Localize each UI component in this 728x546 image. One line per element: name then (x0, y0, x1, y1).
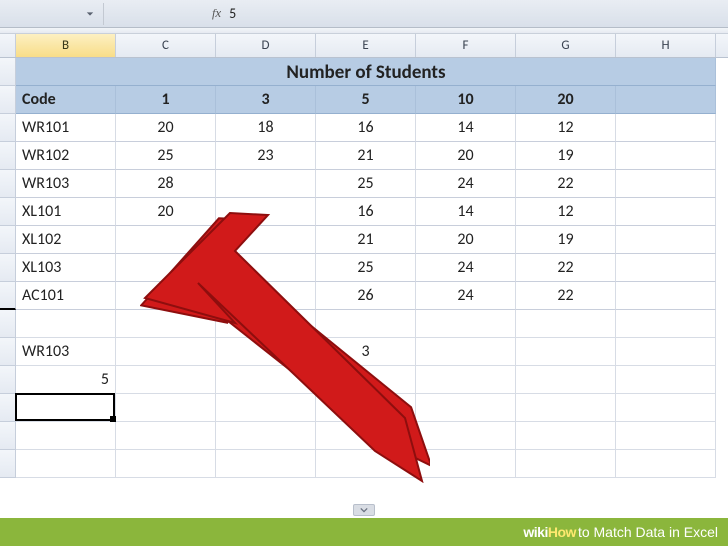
col-header-b[interactable]: B (16, 34, 116, 57)
formula-bar: fx 5 (0, 0, 728, 28)
select-all-corner[interactable] (0, 34, 16, 57)
col-header-g[interactable]: G (516, 34, 616, 57)
wikihow-footer: wikiHow to Match Data in Excel (0, 518, 728, 546)
spreadsheet-grid[interactable]: Number of Students Code 1 3 5 10 20 WR10… (0, 58, 728, 518)
table-row[interactable]: XL102 (16, 226, 116, 254)
header-col-2[interactable]: 3 (216, 86, 316, 114)
table-row[interactable]: WR103 (16, 170, 116, 198)
header-col-3[interactable]: 5 (316, 86, 416, 114)
name-box[interactable] (0, 3, 104, 25)
lookup-value-cell[interactable]: 3 (316, 338, 416, 366)
scroll-down-icon[interactable] (353, 504, 375, 516)
col-header-e[interactable]: E (316, 34, 416, 57)
header-col-4[interactable]: 10 (416, 86, 516, 114)
table-row[interactable]: AC101 (16, 282, 116, 310)
wikihow-logo: wikiHow (523, 524, 576, 540)
header-col-5[interactable]: 20 (516, 86, 616, 114)
column-headers: B C D E F G H (0, 34, 728, 58)
header-col-1[interactable]: 1 (116, 86, 216, 114)
col-header-c[interactable]: C (116, 34, 216, 57)
fx-icon[interactable]: fx (212, 5, 221, 22)
table-row[interactable]: XL103 (16, 254, 116, 282)
active-cell[interactable]: 5 (16, 366, 116, 394)
table-title[interactable]: Number of Students (16, 58, 716, 86)
formula-input[interactable]: 5 (229, 5, 236, 22)
col-header-f[interactable]: F (416, 34, 516, 57)
col-header-h[interactable]: H (616, 34, 716, 57)
col-header-d[interactable]: D (216, 34, 316, 57)
table-row[interactable]: WR102 (16, 142, 116, 170)
header-code[interactable]: Code (16, 86, 116, 114)
table-row[interactable]: WR101 (16, 114, 116, 142)
lookup-code-cell[interactable]: WR103 (16, 338, 116, 366)
table-row[interactable]: XL101 (16, 198, 116, 226)
header-col-empty[interactable] (616, 86, 716, 114)
article-title: to Match Data in Excel (578, 524, 718, 540)
name-box-dropdown-icon[interactable] (83, 7, 97, 21)
